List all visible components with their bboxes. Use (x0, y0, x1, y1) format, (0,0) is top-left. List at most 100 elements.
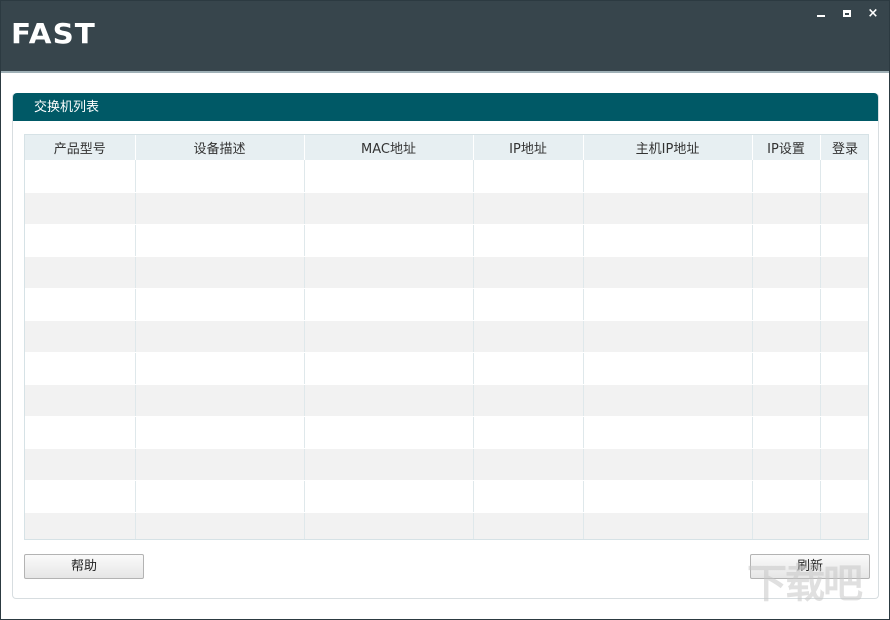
table-cell (820, 224, 868, 257)
table-cell (304, 192, 474, 225)
table-cell (135, 192, 305, 225)
table-cell (820, 448, 868, 481)
table-cell (820, 416, 868, 449)
minimize-icon[interactable] (813, 6, 829, 22)
switch-list-panel: 交换机列表 产品型号 设备描述 MAC地址 IP地址 主机IP地址 IP设置 登… (12, 93, 879, 599)
table-cell (473, 448, 584, 481)
table-cell (820, 192, 868, 225)
table-cell (304, 512, 474, 539)
table-cell (820, 480, 868, 513)
table-cell (583, 224, 753, 257)
col-header-ip-settings[interactable]: IP设置 (752, 135, 821, 160)
table-cell (583, 320, 753, 353)
fast-logo: FAST (11, 17, 96, 50)
table-cell (583, 384, 753, 417)
watermark-logo: 下载吧 (747, 551, 883, 615)
table-row[interactable] (25, 448, 868, 481)
table-cell (473, 256, 584, 289)
table-cell (820, 512, 868, 539)
table-cell (304, 224, 474, 257)
table-cell (25, 384, 136, 417)
table-cell (820, 352, 868, 385)
app-window: FAST × 交换机列表 产品型号 设备描述 MAC地址 IP地址 主机IP地址… (0, 0, 890, 620)
table-cell (473, 320, 584, 353)
table-cell (752, 480, 821, 513)
table-cell (25, 320, 136, 353)
table-cell (583, 256, 753, 289)
table-cell (135, 256, 305, 289)
table-cell (820, 288, 868, 321)
table-cell (473, 160, 584, 193)
table-row[interactable] (25, 192, 868, 225)
table-cell (304, 320, 474, 353)
table-cell (752, 224, 821, 257)
maximize-icon[interactable] (839, 6, 855, 22)
table-row[interactable] (25, 416, 868, 449)
title-bar: FAST × (1, 1, 889, 71)
table-cell (25, 448, 136, 481)
table-row[interactable] (25, 320, 868, 353)
help-button[interactable]: 帮助 (24, 554, 144, 579)
col-header-ip[interactable]: IP地址 (473, 135, 584, 160)
table-cell (304, 256, 474, 289)
window-controls: × (813, 6, 881, 22)
table-cell (583, 448, 753, 481)
table-row[interactable] (25, 160, 868, 193)
table-cell (135, 384, 305, 417)
table-row[interactable] (25, 384, 868, 417)
switch-table-container[interactable]: 产品型号 设备描述 MAC地址 IP地址 主机IP地址 IP设置 登录 (24, 134, 869, 540)
table-cell (473, 384, 584, 417)
table-row[interactable] (25, 256, 868, 289)
table-row[interactable] (25, 288, 868, 321)
col-header-mac[interactable]: MAC地址 (304, 135, 474, 160)
table-row[interactable] (25, 352, 868, 385)
table-cell (752, 384, 821, 417)
table-row[interactable] (25, 224, 868, 257)
table-cell (752, 288, 821, 321)
table-cell (25, 352, 136, 385)
table-cell (820, 256, 868, 289)
table-cell (25, 416, 136, 449)
table-row[interactable] (25, 512, 868, 539)
table-cell (25, 480, 136, 513)
table-cell (135, 480, 305, 513)
table-cell (473, 224, 584, 257)
table-cell (752, 416, 821, 449)
table-cell (304, 416, 474, 449)
table-cell (752, 160, 821, 193)
table-cell (752, 352, 821, 385)
table-cell (473, 416, 584, 449)
table-row[interactable] (25, 480, 868, 513)
table-cell (25, 288, 136, 321)
table-cell (583, 288, 753, 321)
table-cell (473, 480, 584, 513)
col-header-login[interactable]: 登录 (820, 135, 868, 160)
table-cell (473, 352, 584, 385)
table-cell (752, 448, 821, 481)
table-cell (473, 288, 584, 321)
table-cell (135, 352, 305, 385)
table-cell (583, 416, 753, 449)
table-cell (820, 384, 868, 417)
table-cell (583, 480, 753, 513)
panel-title: 交换机列表 (13, 93, 878, 121)
watermark-text: 下载吧 (747, 561, 863, 607)
title-divider (1, 71, 889, 73)
table-cell (25, 224, 136, 257)
table-cell (304, 352, 474, 385)
col-header-host-ip[interactable]: 主机IP地址 (583, 135, 753, 160)
table-cell (583, 352, 753, 385)
table-cell (820, 320, 868, 353)
table-cell (752, 256, 821, 289)
table-cell (304, 288, 474, 321)
col-header-description[interactable]: 设备描述 (135, 135, 305, 160)
close-icon[interactable]: × (865, 6, 881, 22)
table-cell (304, 384, 474, 417)
table-cell (752, 512, 821, 539)
table-cell (752, 192, 821, 225)
table-cell (25, 512, 136, 539)
table-cell (583, 512, 753, 539)
table-cell (473, 512, 584, 539)
table-cell (752, 320, 821, 353)
col-header-model[interactable]: 产品型号 (25, 135, 136, 160)
